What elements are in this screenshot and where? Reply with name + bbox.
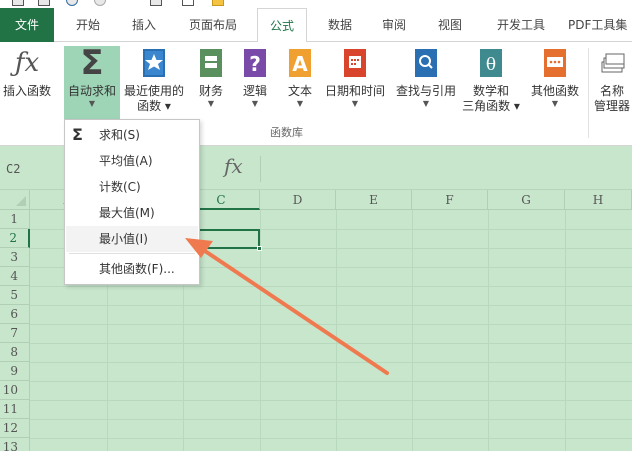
formula-input[interactable] <box>260 156 632 182</box>
letter-a-book-icon: A <box>289 49 311 77</box>
column-header-f[interactable]: F <box>412 190 488 210</box>
lookup-button[interactable]: 查找与引用 ▼ <box>392 46 460 109</box>
ribbon-tabs: 文件 开始 插入 页面布局 公式 数据 审阅 视图 开发工具 PDF工具集 <box>0 8 632 43</box>
menu-item-sum[interactable]: Σ 求和(S) <box>66 122 198 148</box>
fx-icon: ƒx <box>14 48 40 78</box>
new-icon[interactable] <box>182 0 194 6</box>
tab-home[interactable]: 开始 <box>66 8 110 42</box>
question-book-icon: ? <box>244 49 266 77</box>
gridline <box>336 210 337 451</box>
tab-formulas[interactable]: 公式 <box>257 8 307 43</box>
tab-data[interactable]: 数据 <box>318 8 362 42</box>
gridline <box>30 305 632 306</box>
select-all-corner[interactable] <box>0 190 30 210</box>
row-header-4[interactable]: 4 <box>0 267 30 286</box>
autosum-button[interactable]: Σ 自动求和 ▼ <box>64 46 120 124</box>
tag-stack-icon <box>601 53 625 73</box>
column-header-g[interactable]: G <box>488 190 565 210</box>
math-trig-button[interactable]: θ 数学和 三角函数 ▾ <box>462 46 520 114</box>
tab-view[interactable]: 视图 <box>428 8 472 42</box>
menu-separator <box>69 253 195 254</box>
column-header-e[interactable]: E <box>336 190 412 210</box>
name-manager-button[interactable]: 名称 管理器 <box>592 46 632 114</box>
row-header-8[interactable]: 8 <box>0 343 30 362</box>
gridline <box>30 324 632 325</box>
star-book-icon <box>143 49 165 77</box>
calendar-book-icon <box>344 49 366 77</box>
menu-item-count[interactable]: 计数(C) <box>66 174 198 200</box>
tab-page-layout[interactable]: 页面布局 <box>180 8 246 42</box>
row-header-7[interactable]: 7 <box>0 324 30 343</box>
insert-function-button[interactable]: ƒx 插入函数 <box>0 46 54 99</box>
logical-button[interactable]: ? 逻辑 ▼ <box>238 46 272 109</box>
menu-item-average[interactable]: 平均值(A) <box>66 148 198 174</box>
row-header-2[interactable]: 2 <box>0 229 30 248</box>
tab-developer[interactable]: 开发工具 <box>488 8 554 42</box>
quick-access-toolbar <box>0 0 632 8</box>
gridline <box>30 286 632 287</box>
menu-item-max[interactable]: 最大值(M) <box>66 200 198 226</box>
excel-logo-icon <box>12 0 24 6</box>
row-header-11[interactable]: 11 <box>0 400 30 419</box>
save-icon[interactable] <box>38 0 50 6</box>
row-header-3[interactable]: 3 <box>0 248 30 267</box>
ellipsis-book-icon <box>544 49 566 77</box>
row-header-13[interactable]: 13 <box>0 438 30 451</box>
gridline <box>488 210 489 451</box>
text-button[interactable]: A 文本 ▼ <box>282 46 318 109</box>
row-header-12[interactable]: 12 <box>0 419 30 438</box>
ribbon-group-divider <box>588 48 589 138</box>
group-label-function-library: 函数库 <box>270 126 303 139</box>
column-header-d[interactable]: D <box>260 190 336 210</box>
row-header-9[interactable]: 9 <box>0 362 30 381</box>
tab-insert[interactable]: 插入 <box>122 8 166 42</box>
column-header-h[interactable]: H <box>565 190 632 210</box>
fill-handle[interactable] <box>257 246 262 251</box>
gridline <box>565 210 566 451</box>
money-book-icon <box>200 49 222 77</box>
gridline <box>30 438 632 439</box>
financial-button[interactable]: 财务 ▼ <box>194 46 228 109</box>
gridline <box>30 400 632 401</box>
theta-book-icon: θ <box>480 49 502 77</box>
gridline <box>30 343 632 344</box>
print-preview-icon[interactable] <box>150 0 162 6</box>
tab-file[interactable]: 文件 <box>0 8 54 42</box>
menu-item-more-functions[interactable]: 其他函数(F)... <box>66 256 198 282</box>
row-header-10[interactable]: 10 <box>0 381 30 400</box>
menu-item-min[interactable]: 最小值(I) <box>66 226 198 252</box>
svg-text:?: ? <box>249 52 261 76</box>
tab-review[interactable]: 审阅 <box>372 8 416 42</box>
gridline <box>30 419 632 420</box>
recent-functions-button[interactable]: 最近使用的 函数 ▾ <box>122 46 186 114</box>
row-header-5[interactable]: 5 <box>0 286 30 305</box>
chevron-down-icon: ▼ <box>88 99 96 108</box>
autosum-dropdown-menu: Σ 求和(S) 平均值(A) 计数(C) 最大值(M) 最小值(I) 其他函数(… <box>64 119 200 285</box>
open-folder-icon[interactable] <box>212 0 224 6</box>
gridline <box>30 381 632 382</box>
insert-function-fx-icon[interactable]: fx <box>224 154 243 178</box>
datetime-button[interactable]: 日期和时间 ▼ <box>322 46 388 109</box>
svg-text:A: A <box>292 52 308 76</box>
tab-pdf-tools[interactable]: PDF工具集 <box>568 8 632 42</box>
row-header-1[interactable]: 1 <box>0 210 30 229</box>
svg-text:θ: θ <box>486 55 496 75</box>
more-functions-button[interactable]: 其他函数 ▼ <box>524 46 586 109</box>
name-box[interactable]: C2 <box>4 158 66 180</box>
sigma-icon: Σ <box>80 43 104 83</box>
row-header-6[interactable]: 6 <box>0 305 30 324</box>
undo-icon[interactable] <box>66 0 78 6</box>
gridline <box>412 210 413 451</box>
redo-icon[interactable] <box>94 0 106 6</box>
corner-triangle-icon <box>16 196 26 206</box>
magnifier-book-icon <box>415 49 437 77</box>
sigma-icon: Σ <box>72 125 83 144</box>
gridline <box>30 362 632 363</box>
